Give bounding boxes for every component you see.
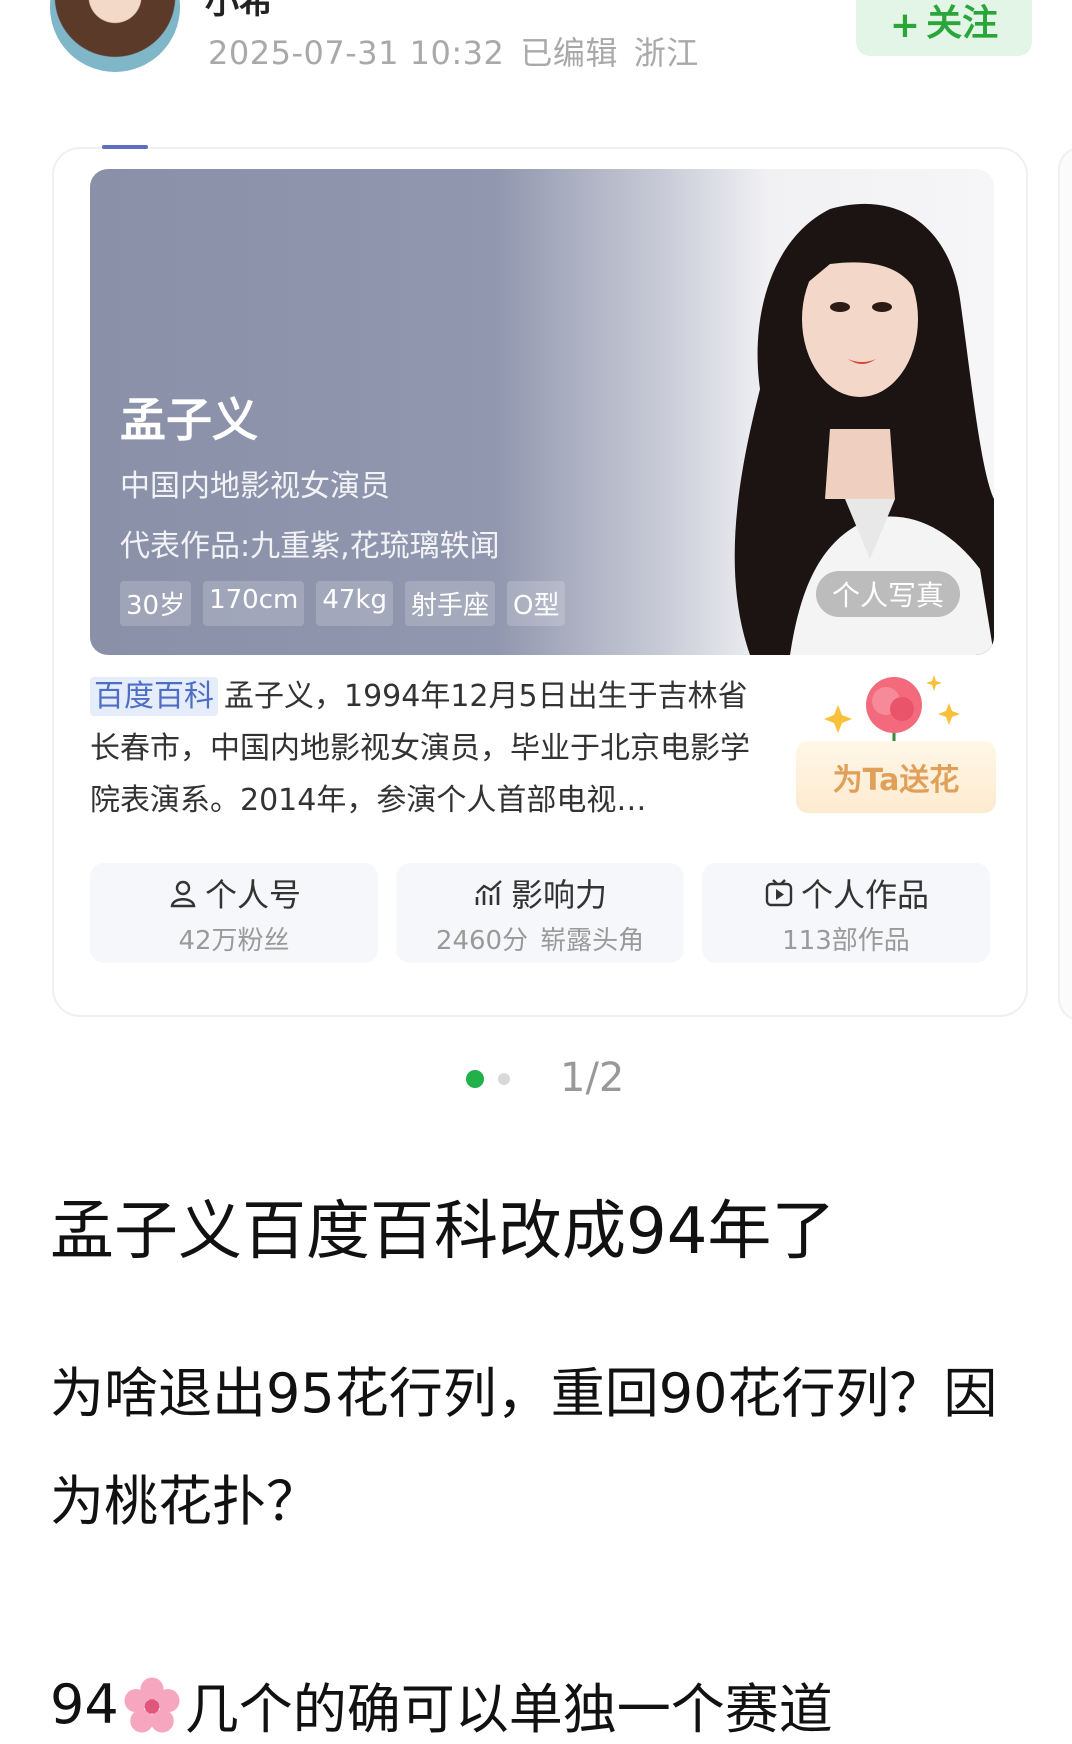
baike-summary[interactable]: 百度百科 孟子义，1994年12月5日出生于吉林省长春市，中国内地影视女演员，毕业… <box>90 671 750 827</box>
stats-row: 个人号 42万粉丝 影响力 2460分 崭露头角 个人作品 113部作品 <box>90 863 990 963</box>
send-flower-button[interactable]: 为Ta送花 <box>796 741 996 813</box>
post-paragraph: 为啥退出95花行列，重回90花行列？因为桃花扑？ <box>50 1362 998 1533</box>
stat-title: 个人作品 <box>800 875 929 914</box>
stat-score: 2460分 <box>435 925 529 956</box>
send-flower-widget[interactable]: 为Ta送花 <box>796 671 996 821</box>
stat-influence[interactable]: 影响力 2460分 崭露头角 <box>396 863 684 963</box>
post-line: 94 几个的确可以单独一个赛道 <box>50 1665 833 1744</box>
post-line-suffix: 几个的确可以单独一个赛道 <box>184 1678 833 1741</box>
author-name[interactable]: 小希 <box>205 0 273 23</box>
stat-level: 崭露头角 <box>540 925 645 956</box>
dot-inactive[interactable] <box>498 1073 510 1085</box>
stat-fans: 42万粉丝 <box>178 925 290 956</box>
next-card-peek[interactable] <box>1058 147 1072 1021</box>
tab-indicator <box>102 145 148 149</box>
chart-icon <box>475 879 502 905</box>
edited-label: 已编辑 <box>520 34 618 72</box>
post-meta: 2025-07-31 10:32 已编辑 浙江 <box>208 28 699 74</box>
baike-badge: 百度百科 <box>90 677 218 716</box>
dot-active[interactable] <box>466 1070 484 1088</box>
celebrity-role: 中国内地影视女演员 <box>120 469 390 504</box>
post-title: 孟子义百度百科改成94年了 <box>50 1195 836 1269</box>
celebrity-name: 孟子义 <box>120 393 258 447</box>
carousel-dots[interactable] <box>466 1070 510 1088</box>
location-label: 浙江 <box>633 34 699 72</box>
post-timestamp: 2025-07-31 10:32 <box>208 34 505 72</box>
stat-personal-works[interactable]: 个人作品 113部作品 <box>702 863 990 963</box>
tag-zodiac: 射手座 <box>405 581 496 626</box>
stat-title: 影响力 <box>510 875 607 914</box>
tag-age: 30岁 <box>120 581 192 626</box>
post-line-prefix: 94 <box>50 1673 119 1736</box>
stat-personal-account[interactable]: 个人号 42万粉丝 <box>90 863 378 963</box>
tag-weight: 47kg <box>316 581 393 626</box>
tag-height: 170cm <box>203 581 305 626</box>
play-icon <box>765 878 793 906</box>
author-avatar[interactable] <box>50 0 180 72</box>
stat-works-count: 113部作品 <box>782 925 910 956</box>
representative-works: 代表作品:九重紫,花琉璃轶闻 <box>120 529 500 564</box>
hero-banner[interactable]: 孟子义 中国内地影视女演员 代表作品:九重紫,花琉璃轶闻 30岁 170cm 4… <box>90 169 994 655</box>
plus-icon: + <box>889 5 921 46</box>
stat-title: 个人号 <box>204 875 301 914</box>
attribute-tags: 30岁 170cm 47kg 射手座 O型 <box>120 581 566 626</box>
page-indicator: 1/2 <box>560 1055 625 1101</box>
follow-button[interactable]: + 关注 <box>856 0 1032 56</box>
baike-card[interactable]: 孟子义 中国内地影视女演员 代表作品:九重紫,花琉璃轶闻 30岁 170cm 4… <box>52 147 1028 1017</box>
cherry-blossom-icon <box>124 1676 180 1733</box>
follow-label: 关注 <box>926 3 999 44</box>
tag-blood-type: O型 <box>507 581 566 626</box>
personal-photos-button[interactable]: 个人写真 <box>816 571 960 617</box>
person-icon <box>170 880 196 907</box>
